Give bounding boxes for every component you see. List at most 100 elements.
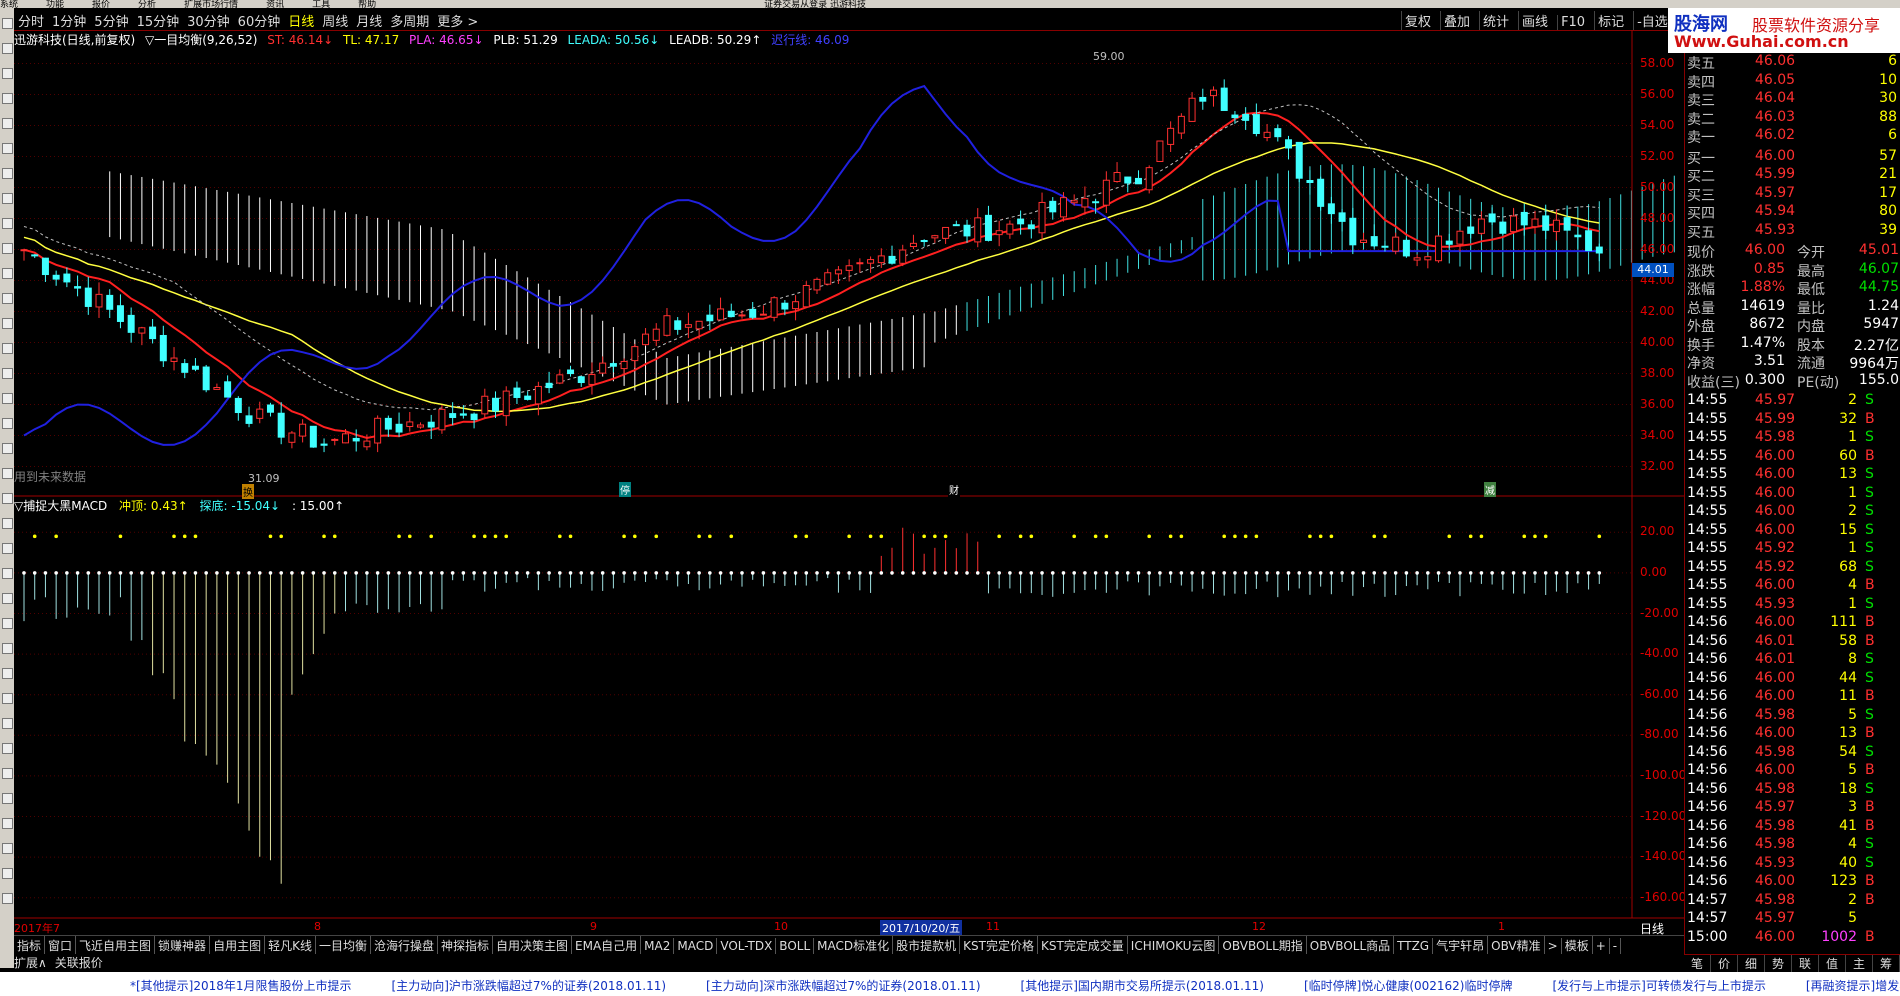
- ticker-item[interactable]: *[其他提示]2018年1月限售股份上市提示: [130, 977, 352, 994]
- candle-body: [502, 390, 510, 417]
- tick-row: 14:56 45.98 41 B: [1685, 818, 1900, 836]
- signal-dot: [332, 534, 337, 539]
- indicator-tab[interactable]: VOL-TDX: [717, 938, 777, 954]
- bid-price: 45.93: [1755, 221, 1796, 238]
- candle-body: [116, 305, 124, 322]
- panel-tab[interactable]: 细: [1738, 955, 1765, 972]
- panel-tab[interactable]: 价: [1711, 955, 1738, 972]
- indicator-tab[interactable]: MA2: [641, 938, 675, 954]
- indicator-tab[interactable]: TTZG: [1394, 938, 1434, 954]
- indicator-tab[interactable]: 气宇轩昂: [1433, 936, 1489, 954]
- indicator-tab[interactable]: BOLL: [776, 938, 815, 954]
- candle-body: [952, 224, 960, 227]
- indicator-tab[interactable]: EMA自己用: [572, 936, 642, 954]
- stat-row: 涨跌 0.85 最高 46.07: [1685, 261, 1900, 280]
- ask-row: 卖一 46.02 6: [1685, 127, 1900, 146]
- marker-icon-3[interactable]: 减: [1484, 482, 1496, 497]
- panel-tab[interactable]: 主: [1846, 955, 1873, 972]
- macd-dot: [718, 571, 723, 575]
- candle-body: [1252, 114, 1260, 135]
- tick-price: 46.00: [1755, 928, 1796, 945]
- indicator-tab[interactable]: 自用决策主图: [493, 936, 573, 954]
- macd-dot: [1383, 571, 1387, 575]
- macd-dot: [461, 571, 466, 575]
- indicator-tab[interactable]: 窗口: [45, 936, 77, 954]
- tick-volume: 123: [1830, 873, 1857, 889]
- candle-body: [395, 423, 403, 433]
- macd-dot: [793, 571, 798, 575]
- indicator-tab[interactable]: >: [1545, 938, 1562, 954]
- marker-icon-1[interactable]: 停: [619, 482, 631, 497]
- candle-body: [1510, 215, 1518, 233]
- tick-side: B: [1865, 632, 1875, 649]
- indicator-tab[interactable]: KST完定成交量: [1038, 936, 1128, 954]
- tick-price: 45.98: [1755, 706, 1796, 723]
- ticker-item[interactable]: [临时停牌]悦心健康(002162)临时停牌: [1304, 977, 1513, 994]
- indicator-tab[interactable]: 自用主图: [210, 936, 266, 954]
- panel-tab[interactable]: 筹: [1873, 955, 1900, 972]
- candle-body: [170, 357, 178, 362]
- expand-item[interactable]: 关联报价: [55, 956, 103, 970]
- macd-dot: [900, 571, 905, 575]
- candle-body: [374, 417, 382, 444]
- ticker-item[interactable]: [发行与上市提示]可转债发行与上市提示: [1553, 977, 1766, 994]
- indicator-tab[interactable]: 沧海行操盘: [371, 936, 438, 954]
- indicator-tab[interactable]: OBV精准: [1488, 936, 1545, 954]
- expand-bar: 扩展∧ 关联报价: [14, 954, 111, 970]
- panel-tab[interactable]: 值: [1819, 955, 1846, 972]
- time-tick: 11: [986, 920, 1000, 933]
- indicator-tab[interactable]: +: [1593, 938, 1610, 954]
- panel-tab[interactable]: 笔: [1684, 955, 1711, 972]
- panel-tab[interactable]: 联: [1792, 955, 1819, 972]
- ticker-item[interactable]: [再融资提示]增发与配股: [1806, 977, 1900, 994]
- indicator-tab[interactable]: OBVBOLL期指: [1219, 936, 1307, 954]
- candle-body: [899, 249, 907, 264]
- panel-tab[interactable]: 势: [1765, 955, 1792, 972]
- indicator-tab[interactable]: -: [1610, 938, 1622, 954]
- indicator-tab[interactable]: 神探指标: [438, 936, 493, 954]
- tick-side: B: [1865, 688, 1875, 704]
- macd-name[interactable]: ▽捕捉大黑MACD: [14, 499, 107, 513]
- tick-price: 45.98: [1755, 780, 1796, 797]
- macd-dot: [1061, 571, 1066, 575]
- indicator-tab[interactable]: 股市提款机: [893, 936, 961, 954]
- macd-dot: [397, 571, 401, 575]
- signal-dot: [793, 534, 798, 539]
- tick-row: 15:00 46.00 1002 B: [1685, 929, 1900, 947]
- indicator-tab[interactable]: 锁赚神器: [155, 936, 211, 954]
- ticker-item[interactable]: [其他提示]国内期市交易所提示(2018.01.11): [1021, 977, 1264, 994]
- tick-time: 14:56: [1687, 743, 1728, 760]
- macd-dot: [311, 571, 316, 575]
- macd-dot: [1200, 571, 1205, 575]
- daily-label[interactable]: 日线: [1640, 920, 1664, 937]
- indicator-tab[interactable]: 指标: [14, 936, 46, 954]
- indicator-tab[interactable]: ICHIMOKU云图: [1128, 936, 1220, 954]
- signal-dot: [268, 534, 273, 539]
- macd-dot: [32, 571, 37, 575]
- tick-time: 14:55: [1687, 466, 1728, 482]
- ticker-item[interactable]: [主力动向]深市涨跌幅超过7%的证券(2018.01.11): [706, 977, 980, 994]
- indicator-tab[interactable]: 模板: [1562, 936, 1593, 954]
- indicator-tab[interactable]: 轻凡K线: [265, 936, 316, 954]
- marker-icon-2[interactable]: 财: [948, 482, 960, 497]
- candle-body: [717, 308, 725, 321]
- expand-item[interactable]: 扩展∧: [14, 956, 47, 970]
- indicator-tab[interactable]: KST完定价格: [960, 936, 1038, 954]
- indicator-tab[interactable]: MACD: [674, 938, 718, 954]
- indicator-tab[interactable]: MACD标准化: [814, 936, 894, 954]
- candle-body: [234, 397, 242, 414]
- tick-side: B: [1865, 577, 1875, 593]
- candle-body: [363, 440, 371, 448]
- time-tick: 10: [774, 920, 788, 933]
- macd-dot: [1361, 571, 1366, 575]
- ticker-item[interactable]: [主力动向]沪市涨跌幅超过7%的证券(2018.01.11): [392, 977, 666, 994]
- macd-dot: [525, 571, 530, 575]
- indicator-tab[interactable]: OBVBOLL商品: [1307, 936, 1395, 954]
- signal-dot: [1479, 534, 1484, 539]
- candle-body: [1295, 141, 1303, 179]
- indicator-lines: [23, 84, 1600, 446]
- indicator-tab[interactable]: 飞近自用主图: [76, 936, 156, 954]
- candle-body: [470, 413, 478, 421]
- indicator-tab[interactable]: 一目均衡: [316, 936, 371, 954]
- macd-dot: [1308, 571, 1312, 575]
